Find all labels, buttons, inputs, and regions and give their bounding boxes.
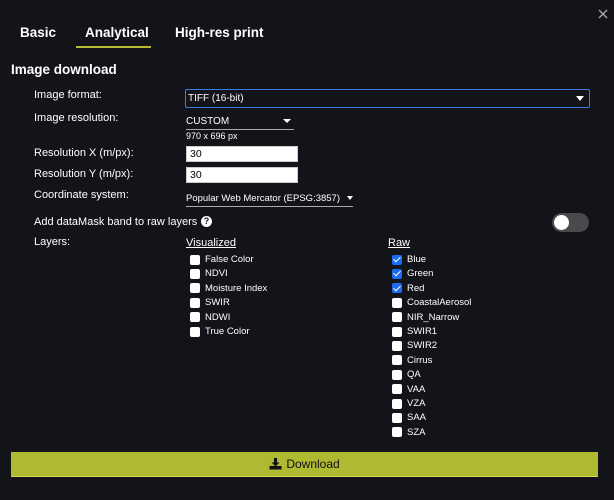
raw-layer-item[interactable]: SZA — [392, 426, 425, 439]
visualized-layer-item[interactable]: NDVI — [190, 267, 228, 280]
image-format-value: TIFF (16-bit) — [188, 93, 244, 104]
checkbox[interactable] — [392, 384, 402, 395]
raw-layer-item[interactable]: Green — [392, 267, 433, 280]
tab-high-res-print[interactable]: High-res print — [175, 25, 264, 40]
layer-label: SZA — [407, 426, 426, 438]
checkbox[interactable] — [392, 254, 402, 265]
image-format-label: Image format: — [34, 89, 102, 101]
layer-label: SWIR — [205, 297, 230, 309]
checkbox[interactable] — [392, 326, 402, 337]
image-resolution-label: Image resolution: — [34, 112, 119, 124]
layer-label: VZA — [407, 398, 426, 409]
image-resolution-select[interactable]: CUSTOM — [186, 116, 294, 130]
layer-label: SAA — [407, 412, 427, 424]
raw-layer-item[interactable]: VZA — [392, 397, 425, 410]
resolution-y-label: Resolution Y (m/px): — [34, 168, 134, 180]
layer-label: SWIR2 — [407, 340, 438, 352]
raw-layer-item[interactable]: Blue — [392, 253, 426, 266]
layer-label: Blue — [407, 254, 427, 265]
layer-label: NDVI — [205, 268, 228, 280]
visualized-header: Visualized — [186, 237, 236, 249]
raw-layer-item[interactable]: Red — [392, 282, 424, 295]
raw-layer-item[interactable]: Cirrus — [392, 354, 432, 367]
visualized-layer-item[interactable]: True Color — [190, 325, 250, 338]
toggle-knob — [554, 215, 569, 230]
layer-label: NIR_Narrow — [407, 311, 460, 323]
datamask-label: Add dataMask band to raw layers — [34, 216, 198, 228]
checkbox[interactable] — [392, 427, 402, 438]
layer-label: Cirrus — [407, 354, 433, 366]
image-resolution-value: CUSTOM — [186, 116, 230, 127]
chevron-down-icon — [283, 119, 291, 123]
checkbox[interactable] — [392, 268, 402, 279]
raw-layer-item[interactable]: CoastalAerosol — [392, 296, 471, 309]
checkbox[interactable] — [190, 254, 200, 265]
layer-label: Green — [407, 268, 434, 280]
layer-label: VAA — [407, 383, 426, 395]
layer-label: Moisture Index — [205, 282, 268, 294]
download-label: Download — [286, 457, 340, 471]
section-title: Image download — [11, 62, 117, 77]
checkbox[interactable] — [392, 355, 402, 366]
checkbox[interactable] — [392, 312, 402, 323]
datamask-toggle[interactable] — [552, 213, 589, 232]
checkbox[interactable] — [190, 326, 200, 337]
close-icon — [598, 9, 608, 19]
raw-layer-item[interactable]: SAA — [392, 411, 426, 424]
checkbox[interactable] — [392, 398, 402, 409]
chevron-down-icon — [576, 96, 584, 101]
visualized-layer-item[interactable]: NDWI — [190, 311, 230, 324]
resolution-y-input[interactable] — [186, 167, 298, 183]
visualized-layer-item[interactable]: False Color — [190, 253, 254, 266]
tab-analytical[interactable]: Analytical — [85, 25, 149, 40]
visualized-layer-item[interactable]: Moisture Index — [190, 282, 267, 295]
help-icon[interactable]: ? — [201, 216, 212, 227]
coordinate-system-select[interactable]: Popular Web Mercator (EPSG:3857) — [186, 193, 353, 207]
raw-layer-item[interactable]: SWIR2 — [392, 339, 437, 352]
download-icon — [269, 458, 282, 470]
tab-basic[interactable]: Basic — [20, 25, 56, 40]
layer-label: QA — [407, 369, 421, 381]
checkbox[interactable] — [190, 268, 200, 279]
layer-label: False Color — [205, 254, 254, 265]
resolution-x-input[interactable] — [186, 146, 298, 162]
checkbox[interactable] — [190, 297, 200, 308]
close-button[interactable] — [596, 7, 610, 21]
coordinate-system-label: Coordinate system: — [34, 189, 129, 201]
checkbox[interactable] — [392, 340, 402, 351]
checkbox[interactable] — [190, 312, 200, 323]
coordinate-system-value: Popular Web Mercator (EPSG:3857) — [186, 193, 341, 204]
layer-label: SWIR1 — [407, 326, 438, 337]
download-button[interactable]: Download — [11, 452, 598, 477]
image-format-select[interactable]: TIFF (16-bit) — [185, 89, 590, 108]
visualized-layer-item[interactable]: SWIR — [190, 296, 230, 309]
checkbox[interactable] — [190, 283, 200, 294]
layer-label: CoastalAerosol — [407, 297, 472, 309]
checkbox[interactable] — [392, 283, 402, 294]
raw-header: Raw — [388, 237, 411, 249]
checkbox[interactable] — [392, 412, 402, 423]
layer-label: True Color — [205, 326, 250, 337]
active-tab-indicator — [76, 46, 151, 48]
layer-label: NDWI — [205, 311, 231, 323]
layers-label: Layers: — [34, 236, 71, 248]
layer-label: Red — [407, 282, 425, 294]
raw-layer-item[interactable]: QA — [392, 368, 421, 381]
raw-layer-item[interactable]: VAA — [392, 383, 425, 396]
resolution-x-label: Resolution X (m/px): — [34, 147, 134, 159]
resolution-size-text: 970 x 696 px — [186, 131, 238, 141]
raw-layer-item[interactable]: NIR_Narrow — [392, 311, 459, 324]
raw-layer-item[interactable]: SWIR1 — [392, 325, 437, 338]
chevron-down-icon — [347, 196, 353, 200]
checkbox[interactable] — [392, 369, 402, 380]
checkbox[interactable] — [392, 297, 402, 308]
